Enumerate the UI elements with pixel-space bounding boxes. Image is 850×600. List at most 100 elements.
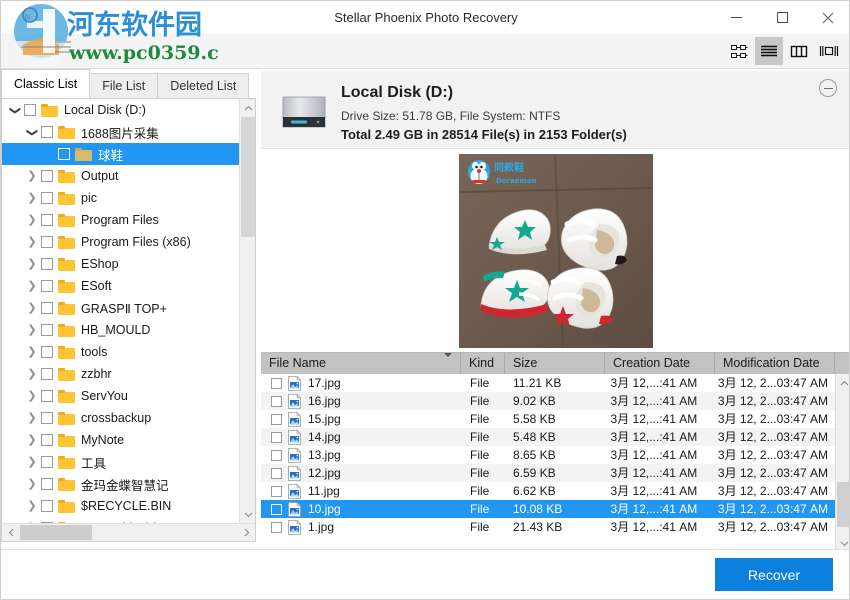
table-scroll-thumb[interactable] [837, 482, 850, 527]
tree-item-checkbox[interactable] [41, 324, 53, 336]
tree-item-checkbox[interactable] [41, 346, 53, 358]
tree-item[interactable]: 球鞋 [2, 143, 241, 165]
row-checkbox[interactable] [271, 378, 282, 389]
chevron-right-icon[interactable]: ❯ [23, 363, 41, 385]
column-header[interactable]: Modification Date [715, 353, 835, 374]
chevron-right-icon[interactable]: ❯ [23, 231, 41, 253]
minimize-icon[interactable] [713, 1, 759, 34]
tree-item[interactable]: ❯工具 [2, 451, 241, 473]
tree-item-checkbox[interactable] [24, 104, 36, 116]
table-row[interactable]: 1.jpgFile21.43 KB3月 12,...:41 AM3月 12, 2… [261, 518, 835, 536]
tree-item[interactable]: ❯pic [2, 187, 241, 209]
table-row[interactable]: 12.jpgFile6.59 KB3月 12,...:41 AM3月 12, 2… [261, 464, 835, 482]
chevron-right-icon[interactable]: ❯ [23, 429, 41, 451]
maximize-icon[interactable] [759, 1, 805, 34]
tree-item-checkbox[interactable] [41, 258, 53, 270]
column-header[interactable]: File Name [261, 353, 461, 374]
row-checkbox[interactable] [271, 486, 282, 497]
tree-item[interactable]: ❯ESoft [2, 275, 241, 297]
table-row[interactable]: 11.jpgFile6.62 KB3月 12,...:41 AM3月 12, 2… [261, 482, 835, 500]
tree-item-checkbox[interactable] [41, 214, 53, 226]
tree-item-checkbox[interactable] [41, 478, 53, 490]
tree-item[interactable]: ❯GRASPⅡ TOP+ [2, 297, 241, 319]
tree-item-checkbox[interactable] [41, 390, 53, 402]
tree-scroll-thumb[interactable] [241, 117, 255, 237]
tree-item-checkbox[interactable] [41, 236, 53, 248]
tree-item[interactable]: ❯zzbhr [2, 363, 241, 385]
chevron-right-icon[interactable]: ❯ [23, 297, 41, 319]
list-view-icon[interactable] [755, 37, 783, 65]
chevron-right-icon[interactable]: ❯ [23, 209, 41, 231]
tree-item-checkbox[interactable] [41, 302, 53, 314]
table-row[interactable]: 15.jpgFile5.58 KB3月 12,...:41 AM3月 12, 2… [261, 410, 835, 428]
tree-item[interactable]: ❯crossbackup [2, 407, 241, 429]
table-row[interactable]: 10.jpgFile10.08 KB3月 12,...:41 AM3月 12, … [261, 500, 835, 518]
tab-classic-list[interactable]: Classic List [1, 69, 90, 99]
row-checkbox[interactable] [271, 414, 282, 425]
tree-item-checkbox[interactable] [41, 412, 53, 424]
scroll-left-icon[interactable] [2, 524, 19, 541]
chevron-right-icon[interactable]: ❯ [23, 341, 41, 363]
tree-horizontal-scrollbar[interactable] [2, 523, 255, 541]
tree-item[interactable]: ❯Output [2, 165, 241, 187]
tree-item[interactable]: ❯$RECYCLE.BIN [2, 495, 241, 517]
column-header[interactable]: Kind [461, 353, 505, 374]
chevron-down-icon[interactable]: ❯ [23, 121, 41, 143]
tree-item-checkbox[interactable] [41, 126, 53, 138]
chevron-right-icon[interactable]: ❯ [23, 407, 41, 429]
tree-item[interactable]: ❯Program Files [2, 209, 241, 231]
tree-item[interactable]: ❯HB_MOULD [2, 319, 241, 341]
collapse-circle-icon[interactable] [819, 79, 837, 97]
recover-button[interactable]: Recover [715, 558, 833, 591]
chevron-right-icon[interactable]: ❯ [23, 495, 41, 517]
tree-item[interactable]: ❯1688图片采集 [2, 121, 241, 143]
tab-file-list[interactable]: File List [89, 73, 158, 99]
tree-item[interactable]: ❯MyNote [2, 429, 241, 451]
tree-item-checkbox[interactable] [41, 500, 53, 512]
tree-item-checkbox[interactable] [41, 434, 53, 446]
tree-item-checkbox[interactable] [58, 148, 70, 160]
chevron-right-icon[interactable]: ❯ [23, 275, 41, 297]
column-header[interactable]: Creation Date [605, 353, 715, 374]
tab-deleted-list[interactable]: Deleted List [157, 73, 249, 99]
chevron-right-icon[interactable]: ❯ [23, 385, 41, 407]
chevron-right-icon[interactable]: ❯ [23, 451, 41, 473]
tree-item[interactable]: ❯tools [2, 341, 241, 363]
column-header[interactable]: Size [505, 353, 605, 374]
table-row[interactable]: 17.jpgFile11.21 KB3月 12,...:41 AM3月 12, … [261, 374, 835, 392]
folder-tree[interactable]: ❯Local Disk (D:)❯1688图片采集球鞋❯Output❯pic❯P… [2, 99, 241, 523]
table-row[interactable]: 14.jpgFile5.48 KB3月 12,...:41 AM3月 12, 2… [261, 428, 835, 446]
close-icon[interactable] [805, 1, 850, 34]
row-checkbox[interactable] [271, 432, 282, 443]
scroll-up-icon[interactable] [240, 99, 256, 116]
tree-item[interactable]: ❯Program Files (x86) [2, 231, 241, 253]
table-scroll-up-icon[interactable] [836, 374, 850, 391]
tree-item[interactable]: ❯EShop [2, 253, 241, 275]
row-checkbox[interactable] [271, 468, 282, 479]
chevron-right-icon[interactable]: ❯ [23, 319, 41, 341]
chevron-right-icon[interactable]: ❯ [23, 187, 41, 209]
tree-hscroll-thumb[interactable] [20, 525, 92, 540]
tree-item-checkbox[interactable] [41, 170, 53, 182]
table-row[interactable]: 16.jpgFile9.02 KB3月 12,...:41 AM3月 12, 2… [261, 392, 835, 410]
row-checkbox[interactable] [271, 450, 282, 461]
split-view-icon[interactable] [815, 37, 843, 65]
column-view-icon[interactable] [785, 37, 813, 65]
tree-item-checkbox[interactable] [41, 368, 53, 380]
chevron-right-icon[interactable]: ❯ [23, 473, 41, 495]
row-checkbox[interactable] [271, 504, 282, 515]
thumbnail-view-icon[interactable] [725, 37, 753, 65]
table-row[interactable]: 13.jpgFile8.65 KB3月 12,...:41 AM3月 12, 2… [261, 446, 835, 464]
tree-item[interactable]: ❯ServYou [2, 385, 241, 407]
tree-vertical-scrollbar[interactable] [239, 99, 255, 523]
tree-item-checkbox[interactable] [41, 280, 53, 292]
file-table-body[interactable]: 17.jpgFile11.21 KB3月 12,...:41 AM3月 12, … [261, 374, 835, 552]
tree-item-checkbox[interactable] [41, 456, 53, 468]
row-checkbox[interactable] [271, 396, 282, 407]
tree-item[interactable]: ❯Local Disk (D:) [2, 99, 241, 121]
chevron-right-icon[interactable]: ❯ [23, 253, 41, 275]
image-preview[interactable]: 同款鞋 Doraemon [459, 154, 653, 348]
scroll-right-icon[interactable] [238, 524, 255, 541]
row-checkbox[interactable] [271, 522, 282, 533]
chevron-right-icon[interactable]: ❯ [23, 165, 41, 187]
